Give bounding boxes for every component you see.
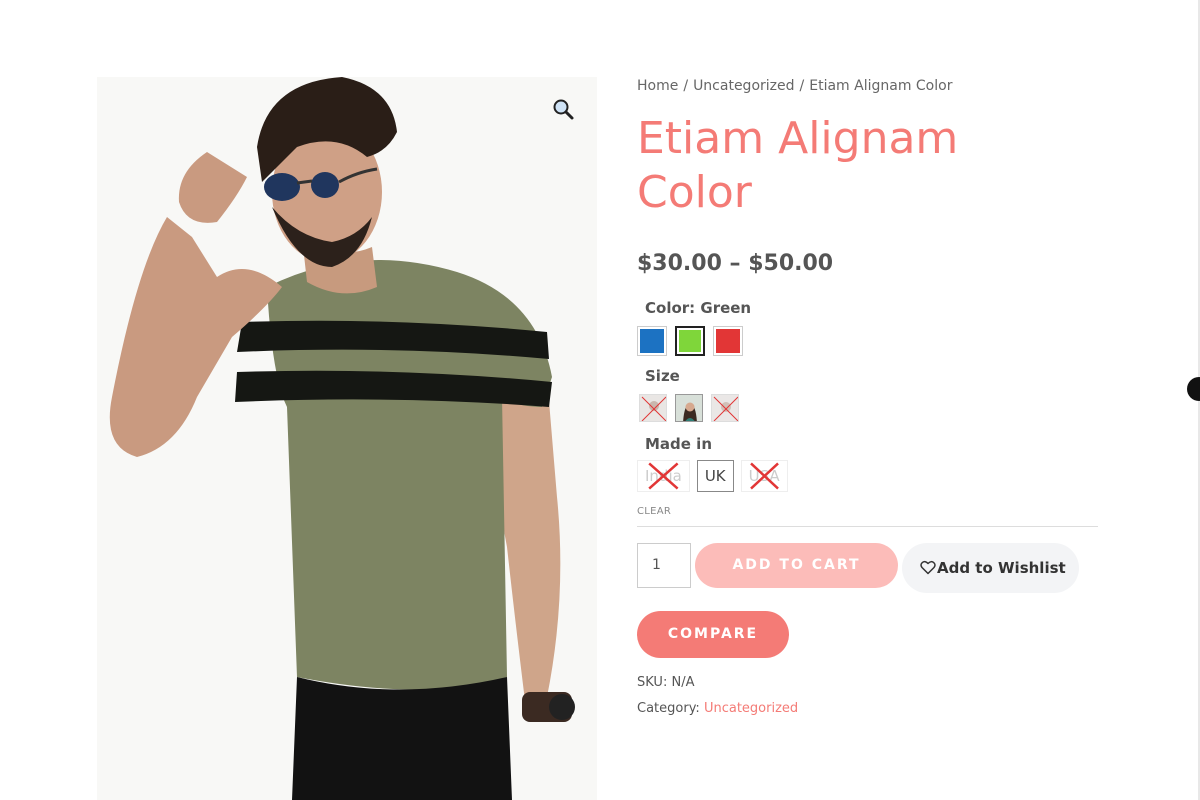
swatch-fill	[679, 330, 701, 352]
sku-label: SKU:	[637, 675, 668, 690]
color-swatch-red[interactable]	[713, 326, 743, 356]
color-swatches	[637, 326, 743, 356]
breadcrumb-current: Etiam Alignam Color	[809, 78, 953, 94]
unavailable-cross-icon	[638, 461, 689, 491]
product-price: $30.00 – $50.00	[637, 251, 834, 276]
size-swatch-unavailable[interactable]	[639, 394, 667, 422]
swatch-fill	[716, 329, 740, 353]
made-in-uk[interactable]: UK	[696, 460, 734, 492]
add-to-wishlist-button[interactable]: Add to Wishlist	[902, 543, 1079, 593]
quantity-input[interactable]: 1	[637, 543, 691, 588]
color-swatch-blue[interactable]	[637, 326, 667, 356]
add-to-cart-button[interactable]: ADD TO CART	[695, 543, 898, 588]
compare-button[interactable]: COMPARE	[637, 611, 789, 658]
category-meta: Category: Uncategorized	[637, 701, 798, 716]
product-image	[97, 77, 597, 800]
breadcrumb-home[interactable]: Home	[637, 78, 678, 94]
made-in-swatches: India UK USA	[637, 460, 788, 492]
product-summary: Home / Uncategorized / Etiam Alignam Color E…	[637, 78, 1099, 716]
made-in-uk-label: UK	[704, 467, 726, 485]
heart-icon	[920, 560, 936, 574]
color-swatch-green[interactable]	[675, 326, 705, 356]
floating-badge[interactable]	[1187, 377, 1200, 401]
breadcrumb-separator: /	[799, 78, 805, 94]
made-in-usa[interactable]: USA	[740, 460, 788, 492]
breadcrumb: Home / Uncategorized / Etiam Alignam Color	[637, 78, 1099, 94]
swatch-fill	[640, 329, 664, 353]
clear-link[interactable]: CLEAR	[637, 506, 671, 517]
made-in-india[interactable]: India	[637, 460, 690, 492]
size-swatches	[639, 394, 739, 422]
product-gallery	[97, 77, 597, 800]
category-label: Category:	[637, 701, 700, 716]
breadcrumb-separator: /	[683, 78, 689, 94]
made-in-label: Made in	[645, 435, 713, 453]
sku-value: N/A	[671, 675, 695, 690]
divider	[637, 526, 1098, 527]
category-link[interactable]: Uncategorized	[704, 701, 798, 716]
sku-meta: SKU: N/A	[637, 675, 694, 690]
size-swatch-unavailable[interactable]	[711, 394, 739, 422]
color-label: Color: Green	[645, 299, 752, 317]
size-label: Size	[645, 367, 680, 385]
unavailable-cross-icon	[742, 461, 787, 491]
zoom-icon[interactable]	[551, 97, 575, 121]
wishlist-label: Add to Wishlist	[937, 559, 1066, 577]
product-title: Etiam Alignam Color	[637, 113, 959, 218]
size-swatch-available[interactable]	[675, 394, 703, 422]
breadcrumb-category[interactable]: Uncategorized	[693, 78, 794, 94]
